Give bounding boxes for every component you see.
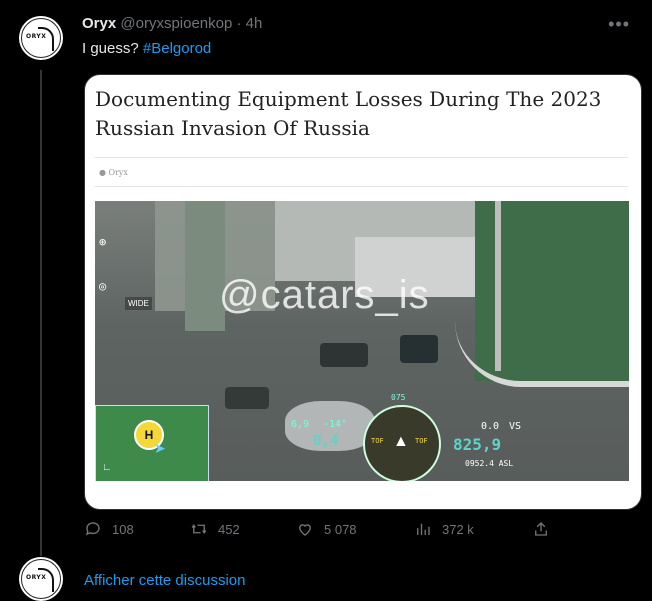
tweet-timestamp[interactable]: 4h bbox=[246, 15, 263, 32]
thread-connector-line bbox=[40, 70, 42, 556]
media-card[interactable]: Documenting Equipment Losses During The … bbox=[84, 74, 642, 510]
hashtag-link[interactable]: #Belgorod bbox=[143, 40, 211, 57]
views-chart-icon bbox=[417, 523, 430, 535]
show-thread-link[interactable]: Afficher cette discussion bbox=[84, 572, 245, 589]
heart-icon bbox=[299, 524, 311, 536]
minimap: H ➤ ∟ bbox=[95, 405, 209, 481]
aircraft-arrow-icon: ▲ bbox=[393, 433, 409, 450]
vehicle-shape bbox=[400, 335, 438, 363]
hud-small-value-3: 0.0 bbox=[481, 421, 500, 432]
hud-small-value-4: VS bbox=[509, 421, 522, 432]
thread-avatar[interactable]: ORYX bbox=[19, 557, 63, 601]
pole-shape bbox=[495, 201, 501, 371]
avatar[interactable]: ORYX bbox=[19, 16, 63, 60]
crosshair-icon: ⊕ bbox=[99, 235, 107, 249]
hud-right-value: 825,9 bbox=[453, 435, 502, 454]
reply-icon bbox=[85, 522, 100, 536]
drone-position-icon: ➤ bbox=[154, 440, 166, 456]
wide-mode-label: WIDE bbox=[125, 297, 152, 310]
compass-right-label: TOF bbox=[415, 437, 428, 445]
oryx-logo-icon: ORYX bbox=[21, 18, 61, 58]
tweet-header: Oryx @oryxspioenkop · 4h bbox=[82, 15, 262, 32]
hud-left-value: 0,4 bbox=[313, 433, 339, 449]
share-icon bbox=[535, 522, 547, 536]
more-options-icon[interactable]: ••• bbox=[608, 14, 630, 35]
retweet-button[interactable]: 452 bbox=[190, 520, 240, 538]
watermark-text: @catars_is bbox=[219, 273, 430, 317]
retweet-count: 452 bbox=[218, 521, 240, 537]
retweet-icon bbox=[191, 524, 207, 534]
share-button[interactable] bbox=[532, 520, 550, 538]
tweet-actions: 108 452 5 078 372 k bbox=[84, 520, 554, 544]
like-count: 5 078 bbox=[324, 521, 357, 537]
compass-heading: 075 bbox=[391, 393, 406, 402]
minimap-corner-icon: ∟ bbox=[102, 462, 112, 473]
like-button[interactable]: 5 078 bbox=[296, 520, 357, 538]
views-button[interactable]: 372 k bbox=[414, 520, 474, 538]
compass-left-label: TOF bbox=[371, 437, 384, 445]
reply-count: 108 bbox=[112, 521, 134, 537]
author-person-icon: ● bbox=[99, 168, 106, 177]
hud-small-value-1: 6,9 bbox=[291, 419, 310, 430]
tweet-body: I guess? bbox=[82, 40, 143, 57]
hud-altitude: 0952.4 ASL bbox=[465, 459, 514, 468]
divider bbox=[95, 186, 628, 187]
reply-button[interactable]: 108 bbox=[84, 520, 134, 538]
author-name[interactable]: Oryx bbox=[82, 15, 116, 32]
compass-dial: 075 TOF TOF ▲ bbox=[363, 393, 441, 481]
divider bbox=[95, 157, 628, 158]
article-author: ● Oryx bbox=[99, 168, 128, 177]
target-icon: ◎ bbox=[99, 279, 107, 293]
drone-footage-image: @catars_is WIDE ⊕ ◎ H ➤ ∟ 6,9 -14° 0,4 0… bbox=[95, 201, 629, 481]
tweet-text: I guess? #Belgorod bbox=[82, 40, 211, 57]
vehicle-shape bbox=[320, 343, 368, 367]
author-handle[interactable]: @oryxspioenkop bbox=[120, 15, 232, 32]
vehicle-shape bbox=[225, 387, 269, 409]
article-author-name: Oryx bbox=[108, 168, 128, 177]
header-separator: · bbox=[236, 15, 242, 32]
hud-small-value-2: -14° bbox=[323, 419, 348, 430]
views-count: 372 k bbox=[442, 521, 474, 537]
article-title: Documenting Equipment Losses During The … bbox=[95, 87, 602, 140]
oryx-logo-icon: ORYX bbox=[21, 559, 61, 599]
